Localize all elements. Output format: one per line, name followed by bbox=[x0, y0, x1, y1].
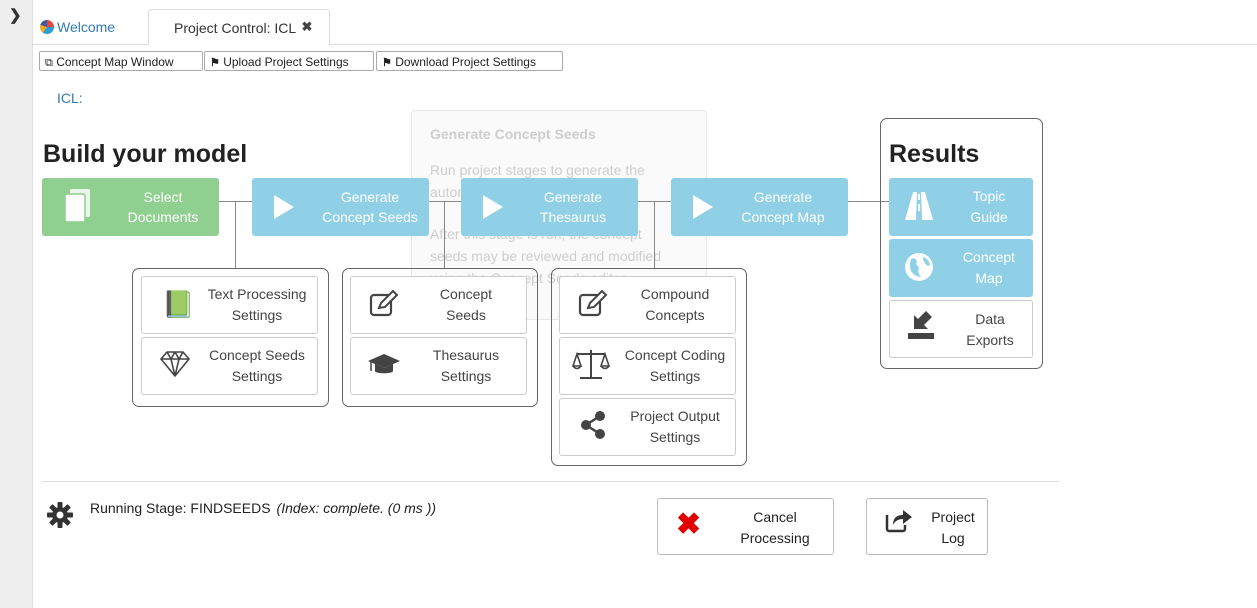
topic-guide-line2: Guide bbox=[970, 209, 1008, 225]
status-text: Running Stage: FINDSEEDS (Index: complete… bbox=[90, 500, 436, 516]
project-log-button[interactable]: Project Log bbox=[866, 498, 988, 555]
upload-icon: ⚑ bbox=[210, 57, 220, 69]
left-sidebar: ❯ bbox=[0, 0, 33, 608]
generate-map-line1: Generate bbox=[753, 189, 813, 205]
data-exports-line1: Data bbox=[975, 311, 1005, 327]
project-name: ICL: bbox=[57, 90, 83, 106]
generate-concept-seeds-button[interactable]: Generate Concept Seeds bbox=[252, 178, 429, 236]
data-exports-line2: Exports bbox=[966, 332, 1014, 348]
divider bbox=[42, 481, 1059, 482]
tab-bar: Welcome Project Control: ICL ✖ bbox=[32, 0, 1257, 46]
concept-map-line2: Map bbox=[975, 270, 1003, 286]
compound-concepts-button[interactable]: Compound Concepts bbox=[559, 276, 736, 334]
select-documents-button[interactable]: Select Documents bbox=[42, 178, 219, 236]
concept-seeds-line1: Concept bbox=[439, 286, 493, 302]
download-settings-button[interactable]: ⚑ Download Project Settings bbox=[376, 51, 563, 71]
download-tray-icon bbox=[908, 311, 934, 339]
concept-coding-line1: Concept Coding bbox=[624, 347, 726, 363]
road-icon bbox=[905, 192, 933, 220]
tooltip-line4: seeds may be reviewed and modified bbox=[430, 248, 662, 264]
log-line2: Log bbox=[941, 530, 965, 546]
play-icon bbox=[693, 195, 713, 219]
concept-seeds-settings-line2: Settings bbox=[231, 368, 283, 384]
concept-map-window-label: Concept Map Window bbox=[56, 55, 174, 69]
concept-coding-settings-button[interactable]: Concept Coding Settings bbox=[559, 337, 736, 395]
concept-map-button[interactable]: Concept Map bbox=[889, 239, 1033, 297]
build-heading: Build your model bbox=[43, 140, 248, 168]
log-line1: Project bbox=[931, 509, 975, 525]
tooltip-title: Generate Concept Seeds bbox=[430, 126, 596, 142]
generate-seeds-line2: Concept Seeds bbox=[322, 209, 418, 225]
tab-welcome[interactable]: Welcome bbox=[40, 10, 140, 44]
concept-seeds-line2: Seeds bbox=[446, 307, 486, 323]
tab-welcome-label: Welcome bbox=[57, 19, 116, 35]
diamond-icon bbox=[160, 351, 190, 377]
upload-settings-button[interactable]: ⚑ Upload Project Settings bbox=[204, 51, 374, 71]
text-processing-line1: Text Processing bbox=[207, 286, 307, 302]
generate-thesaurus-button[interactable]: Generate Thesaurus bbox=[461, 178, 638, 236]
select-documents-line2: Documents bbox=[127, 209, 199, 225]
cancel-line1: Cancel bbox=[753, 509, 797, 525]
edit-icon bbox=[578, 289, 608, 317]
x-icon: ✖ bbox=[676, 508, 702, 541]
book-icon: 📗 bbox=[162, 289, 195, 319]
external-link-icon: ⧉ bbox=[45, 57, 53, 69]
compound-concepts-line1: Compound bbox=[640, 286, 710, 302]
generate-thesaurus-line2: Thesaurus bbox=[539, 209, 607, 225]
status-detail: (Index: complete. (0 ms )) bbox=[276, 500, 437, 516]
generate-seeds-line1: Generate bbox=[340, 189, 400, 205]
share-square-icon bbox=[885, 510, 912, 533]
project-output-settings-button[interactable]: Project Output Settings bbox=[559, 398, 736, 456]
connector-v2 bbox=[444, 201, 445, 268]
generate-thesaurus-line1: Generate bbox=[543, 189, 603, 205]
project-output-line2: Settings bbox=[649, 429, 701, 445]
compound-concepts-line2: Concepts bbox=[645, 307, 705, 323]
topic-guide-line1: Topic bbox=[972, 188, 1006, 204]
concept-seeds-settings-line1: Concept Seeds bbox=[209, 347, 305, 363]
topic-guide-button[interactable]: Topic Guide bbox=[889, 178, 1033, 236]
concept-seeds-button[interactable]: Concept Seeds bbox=[350, 276, 527, 334]
text-processing-line2: Settings bbox=[231, 307, 283, 323]
close-icon[interactable]: ✖ bbox=[302, 19, 313, 34]
share-icon bbox=[581, 411, 605, 439]
concept-map-line1: Concept bbox=[962, 249, 1016, 265]
play-icon bbox=[274, 195, 294, 219]
gear-icon bbox=[47, 502, 73, 528]
documents-icon bbox=[64, 189, 90, 223]
select-documents-line1: Select bbox=[143, 189, 183, 205]
balance-scale-icon bbox=[572, 350, 610, 379]
globe-icon bbox=[905, 253, 933, 281]
edit-icon bbox=[369, 289, 399, 317]
tab-project-control-label: Project Control: ICL bbox=[174, 20, 296, 36]
connector-v3 bbox=[654, 201, 655, 268]
running-stage: Running Stage: FINDSEEDS bbox=[90, 500, 271, 516]
concept-coding-line2: Settings bbox=[649, 368, 701, 384]
cancel-line2: Processing bbox=[740, 530, 810, 546]
concept-map-window-button[interactable]: ⧉ Concept Map Window bbox=[39, 51, 203, 71]
connector-v1 bbox=[235, 201, 236, 268]
download-settings-label: Download Project Settings bbox=[395, 55, 536, 69]
thesaurus-settings-line2: Settings bbox=[440, 368, 492, 384]
project-output-line1: Project Output bbox=[630, 408, 720, 424]
tab-project-control[interactable]: Project Control: ICL ✖ bbox=[148, 9, 330, 46]
play-icon bbox=[483, 195, 503, 219]
concept-seeds-settings-button[interactable]: Concept Seeds Settings bbox=[141, 337, 318, 395]
results-heading: Results bbox=[889, 140, 980, 168]
generate-map-line2: Concept Map bbox=[741, 209, 825, 225]
generate-concept-map-button[interactable]: Generate Concept Map bbox=[671, 178, 848, 236]
text-processing-settings-button[interactable]: 📗 Text Processing Settings bbox=[141, 276, 318, 334]
cancel-processing-button[interactable]: ✖ Cancel Processing bbox=[657, 498, 834, 555]
download-icon: ⚑ bbox=[382, 57, 392, 69]
chevron-right-icon[interactable]: ❯ bbox=[9, 6, 22, 24]
thesaurus-settings-button[interactable]: Thesaurus Settings bbox=[350, 337, 527, 395]
thesaurus-settings-line1: Thesaurus bbox=[432, 347, 500, 363]
upload-settings-label: Upload Project Settings bbox=[223, 55, 349, 69]
graduation-cap-icon bbox=[368, 354, 400, 374]
globe-icon bbox=[40, 20, 54, 34]
data-exports-button[interactable]: Data Exports bbox=[889, 300, 1033, 358]
